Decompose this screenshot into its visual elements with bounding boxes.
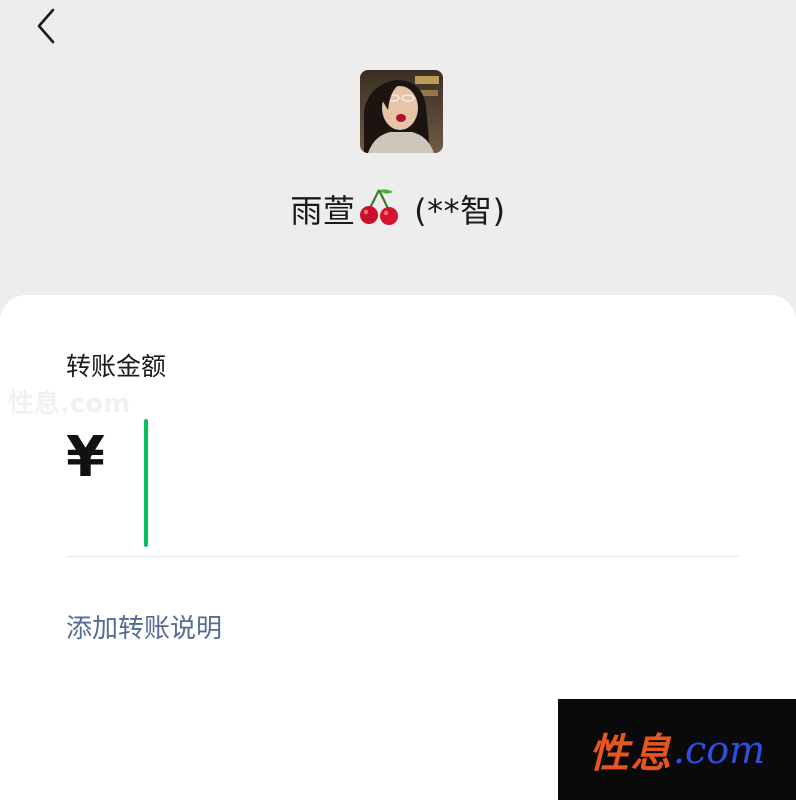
- payee-nickname: 雨萱: [290, 192, 356, 230]
- avatar: [360, 70, 443, 153]
- watermark-cn-text: 性息: [588, 730, 673, 777]
- transfer-page: 雨萱 (**智) 转账金额 性息.com ¥ 添加转账说明 性息 .com: [0, 0, 796, 800]
- text-caret: [144, 419, 148, 547]
- watermark-faint: 性息.com: [8, 389, 131, 419]
- payee-name: 雨萱 (**智): [0, 186, 796, 234]
- add-transfer-note-link[interactable]: 添加转账说明: [66, 608, 222, 645]
- amount-input[interactable]: [140, 417, 740, 549]
- watermark-com-text: .com: [672, 727, 766, 772]
- cherry-icon: [357, 186, 401, 234]
- watermark-logo: 性息 .com: [558, 699, 796, 800]
- currency-symbol: ¥: [66, 425, 105, 490]
- back-button[interactable]: [28, 6, 64, 46]
- divider: [66, 556, 738, 557]
- amount-label: 转账金额: [66, 352, 167, 381]
- payee-real-name: (**智): [414, 192, 506, 230]
- chevron-left-icon: [37, 8, 55, 44]
